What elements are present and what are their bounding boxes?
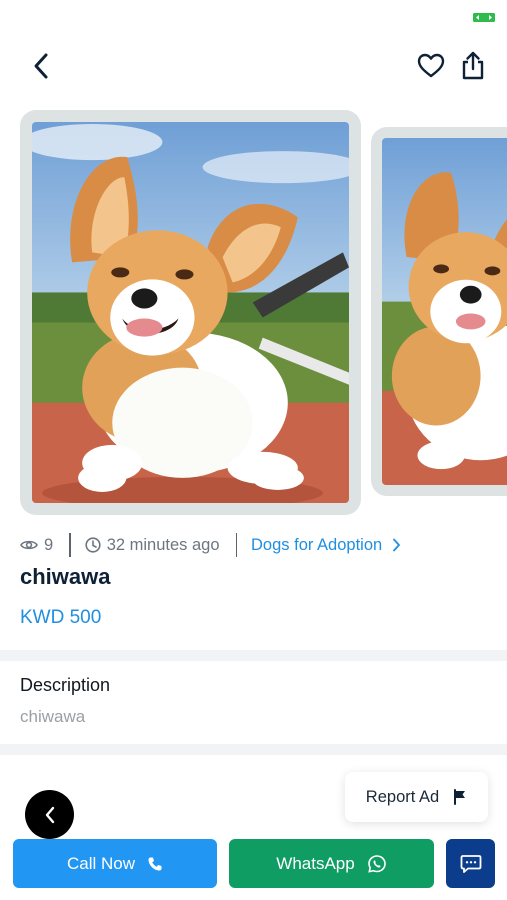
phone-icon [147, 856, 163, 872]
battery-icon [473, 9, 495, 22]
back-button[interactable] [24, 48, 60, 84]
listing-meta-row: 9 32 minutes ago Dogs for Adoption [20, 533, 401, 557]
eye-icon [20, 538, 38, 552]
gallery-image-next[interactable] [371, 127, 507, 496]
gallery-image-main[interactable] [20, 110, 361, 515]
report-ad-button[interactable]: Report Ad [345, 772, 488, 822]
listing-title: chiwawa [20, 564, 111, 589]
call-now-label: Call Now [66, 853, 136, 873]
whatsapp-icon [367, 854, 387, 874]
heart-icon [417, 53, 445, 78]
top-bar [0, 40, 507, 90]
share-button[interactable] [455, 48, 491, 84]
dog-photo-preview [382, 138, 507, 485]
description-heading: Description [20, 675, 111, 695]
section-divider [0, 650, 507, 661]
listing-price: KWD 500 [20, 607, 102, 628]
chat-button[interactable] [446, 839, 495, 888]
category-label: Dogs for Adoption [251, 535, 383, 554]
chevron-right-icon [393, 538, 401, 552]
dog-photo [32, 122, 349, 503]
description-text: chiwawa [20, 707, 86, 726]
whatsapp-label: WhatsApp [276, 853, 355, 873]
clock-icon [85, 537, 101, 553]
floating-back-button[interactable] [25, 790, 74, 839]
category-link[interactable]: Dogs for Adoption [251, 536, 401, 555]
image-gallery[interactable] [0, 108, 507, 518]
chevron-left-icon [45, 806, 54, 823]
favorite-button[interactable] [413, 48, 449, 84]
posted-time: 32 minutes ago [106, 535, 220, 554]
whatsapp-button[interactable]: WhatsApp [229, 839, 434, 888]
report-ad-label: Report Ad [365, 787, 440, 806]
flag-icon [454, 789, 466, 805]
share-icon [462, 51, 484, 80]
chat-icon [460, 854, 481, 873]
views-count: 9 [44, 535, 54, 554]
chevron-left-icon [34, 53, 48, 79]
meta-divider [235, 533, 238, 557]
call-now-button[interactable]: Call Now [13, 839, 217, 888]
meta-divider [69, 533, 71, 557]
section-divider [0, 744, 507, 755]
